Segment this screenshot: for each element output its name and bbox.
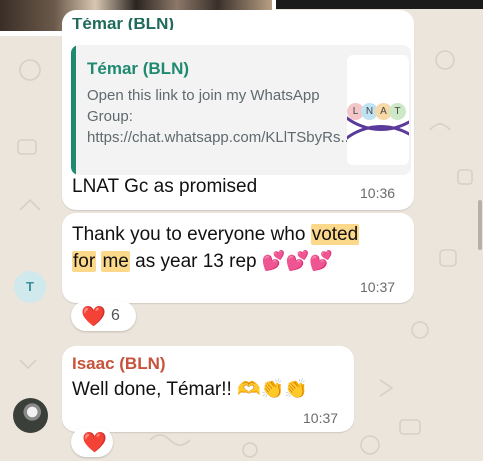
message-time: 10:36 xyxy=(360,185,396,201)
scrollbar[interactable] xyxy=(478,200,482,250)
highlighted-word: for xyxy=(72,251,97,272)
quote-text: Open this link to join my WhatsApp Group… xyxy=(87,87,353,146)
quote-accent-bar xyxy=(71,45,76,175)
text-part: Well done, Témar!! xyxy=(72,379,238,400)
link-thumbnail: L N A T xyxy=(347,55,409,165)
text-part: as year 13 rep xyxy=(129,251,262,272)
message-bubble[interactable]: Isaac (BLN) Well done, Témar!! 🫶👏👏 10:37 xyxy=(62,346,354,432)
message-bubble[interactable]: Thank you to everyone who voted for me as… xyxy=(62,213,414,303)
heart-icon: ❤️ xyxy=(82,432,107,454)
thumbnail-logo: L N A T xyxy=(347,103,409,123)
text-part: Thank you to everyone who xyxy=(72,224,311,245)
reaction-count: 6 xyxy=(111,307,120,324)
message-sender: Témar (BLN) xyxy=(72,18,175,30)
avatar[interactable]: T xyxy=(14,271,46,303)
logo-letter: T xyxy=(389,103,406,120)
highlighted-word: voted xyxy=(310,224,360,245)
previous-media-edge xyxy=(276,0,483,9)
message-text: Thank you to everyone who voted for me as… xyxy=(72,221,407,275)
quoted-link-preview[interactable]: Témar (BLN) Open this link to join my Wh… xyxy=(71,45,411,175)
message-text: Well done, Témar!! 🫶👏👏 xyxy=(72,376,308,403)
highlighted-word: me xyxy=(101,251,130,272)
hearts-emoji: 💕💕💕 xyxy=(261,251,333,272)
message-time: 10:37 xyxy=(303,410,339,426)
message-sender[interactable]: Isaac (BLN) xyxy=(72,354,166,374)
avatar[interactable] xyxy=(13,398,48,433)
message-text: LNAT Gc as promised xyxy=(72,176,258,197)
reaction-badge[interactable]: ❤️ 6 xyxy=(71,301,136,331)
thumbnail-arc-bottom xyxy=(347,125,409,165)
message-time: 10:37 xyxy=(360,279,396,295)
quote-sender: Témar (BLN) xyxy=(87,59,190,78)
reaction-badge[interactable]: ❤️ xyxy=(71,427,113,457)
message-bubble[interactable]: Témar (BLN) Témar (BLN) Open this link t… xyxy=(62,10,414,210)
clap-emoji: 🫶👏👏 xyxy=(237,379,309,400)
heart-icon: ❤️ xyxy=(81,306,106,328)
